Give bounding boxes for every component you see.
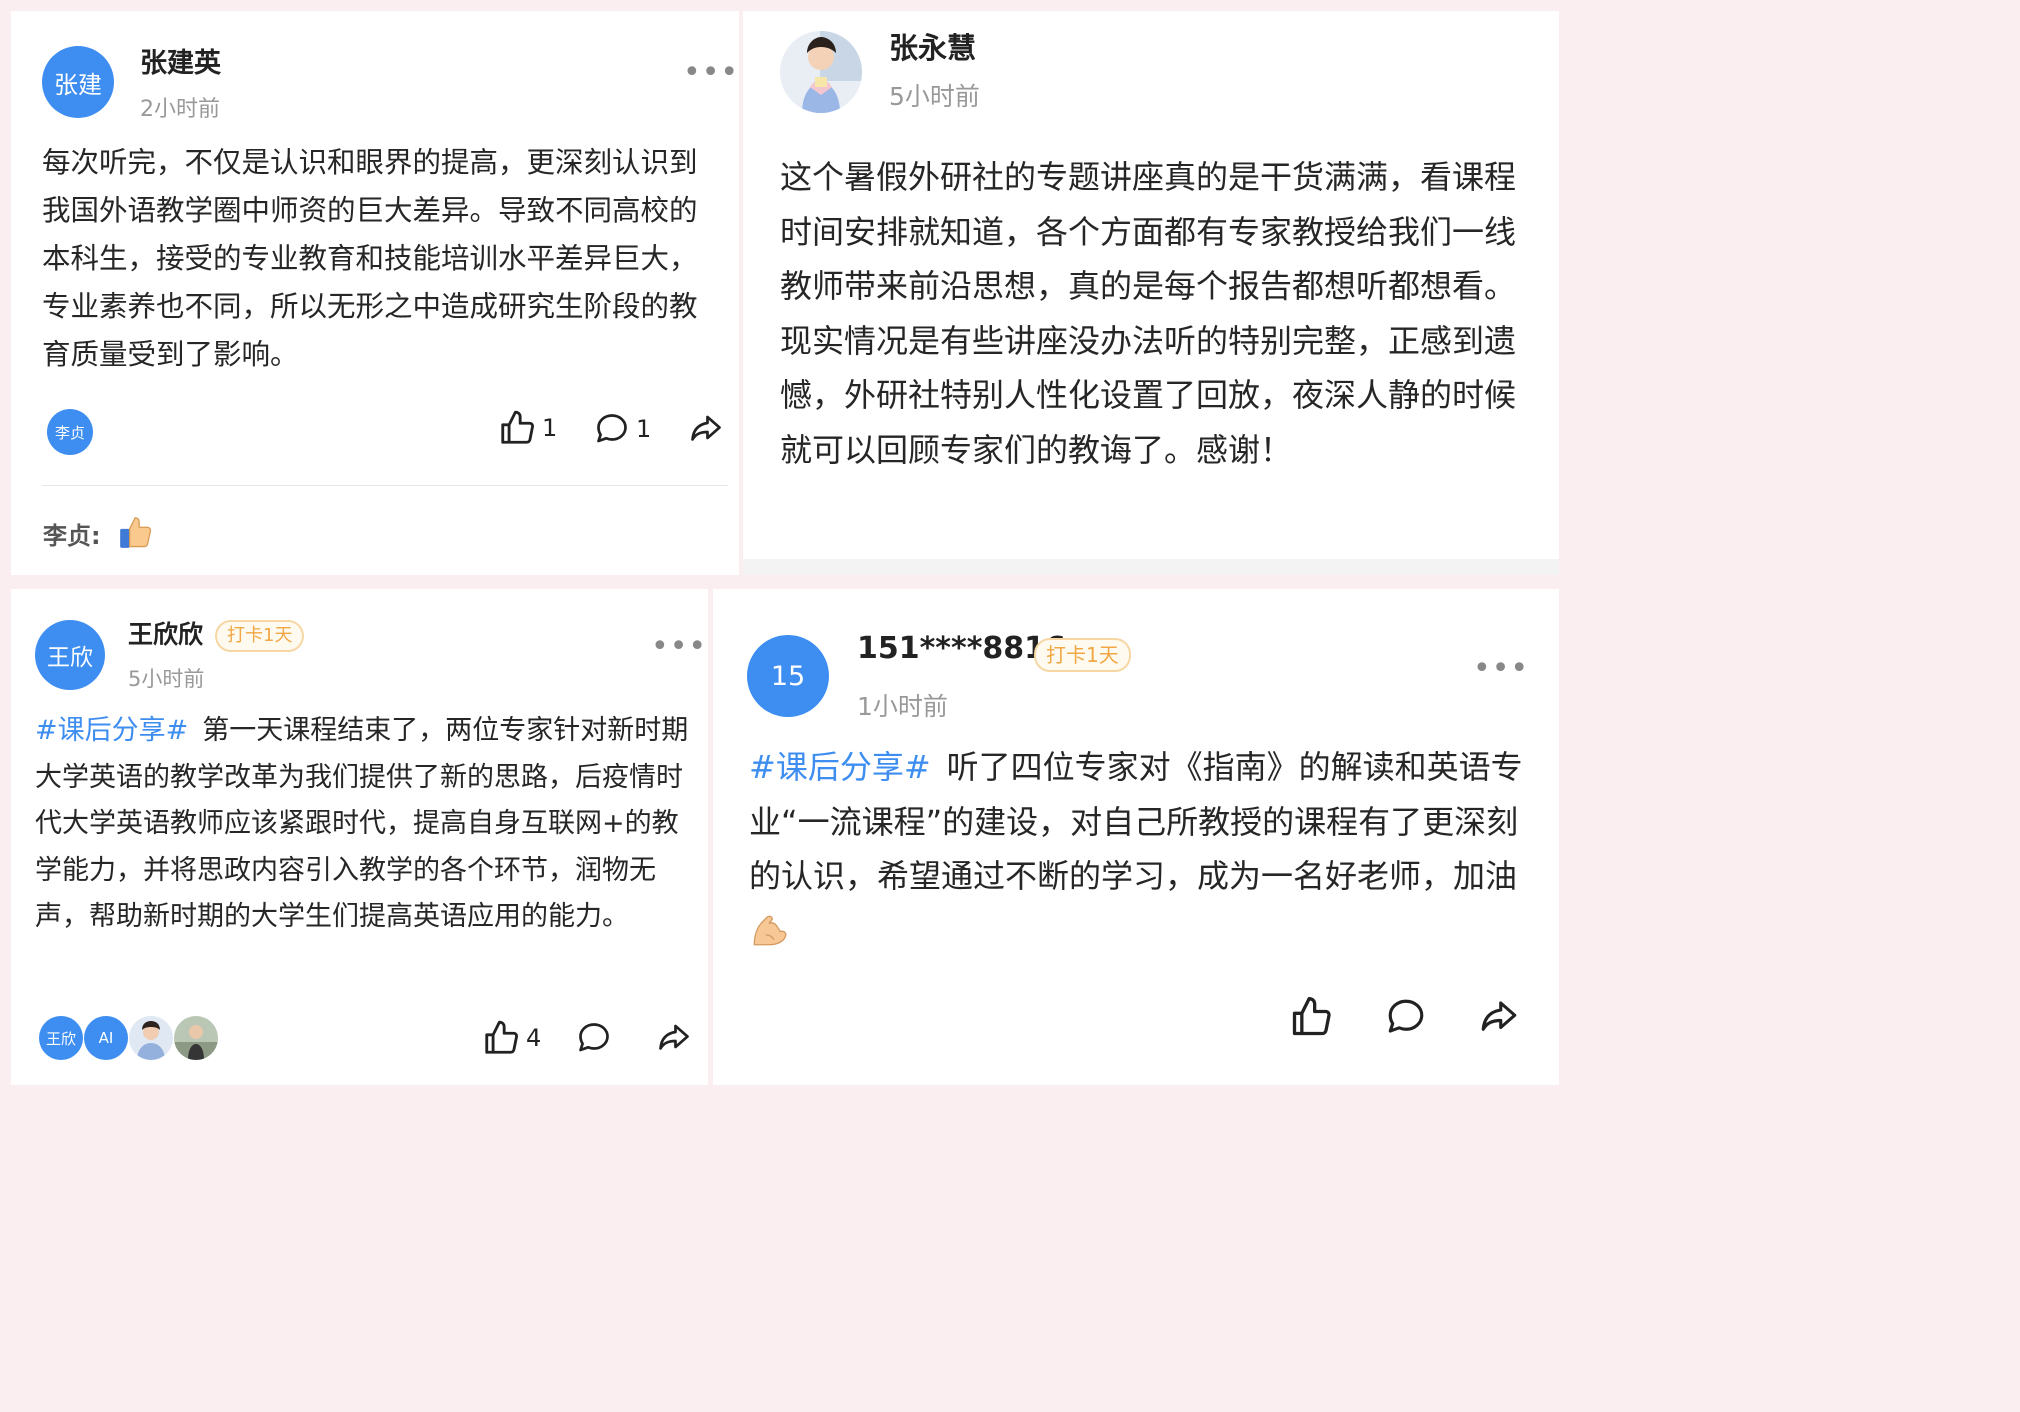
like-button[interactable]: 4 <box>482 1019 541 1057</box>
more-options-icon[interactable]: ••• <box>1473 654 1529 684</box>
user-photo-icon <box>129 1016 173 1060</box>
comment-icon <box>579 1023 609 1052</box>
user-photo-girl-icon <box>780 31 862 113</box>
card-bottom-strip <box>743 559 1559 575</box>
topic-tag[interactable]: #课后分享# <box>35 715 188 746</box>
liker-avatar[interactable]: AI <box>84 1016 128 1060</box>
post-text: #课后分享# 听了四位专家对《指南》的解读和英语专业“一流课程”的建设，对自己所教… <box>749 740 1529 958</box>
thumbs-up-icon <box>501 410 534 444</box>
post-card-4: 15 151****8816 打卡1天 1小时前 ••• #课后分享# 听了四位专… <box>713 589 1559 1085</box>
more-options-icon[interactable]: ••• <box>651 632 707 662</box>
liker-avatar[interactable]: 王欣 <box>39 1016 83 1060</box>
flexed-biceps-emoji-icon <box>753 915 787 945</box>
share-button[interactable] <box>687 411 725 447</box>
author-name[interactable]: 张永慧 <box>889 25 976 67</box>
post-text-body: 第一天课程结束了，两位专家针对新时期大学英语的教学改革为我们提供了新的思路，后疫… <box>35 715 689 932</box>
comment-button[interactable] <box>576 1020 612 1056</box>
thumbs-up-icon <box>1292 997 1331 1036</box>
liker-avatar-photo[interactable] <box>129 1016 173 1060</box>
comment-icon <box>1388 999 1424 1033</box>
divider <box>42 485 728 486</box>
post-text: 这个暑假外研社的专题讲座真的是干货满满，看课程时间安排就知道，各个方面都有专家教… <box>780 158 1517 469</box>
comment-icon <box>597 414 627 443</box>
share-icon <box>691 415 721 441</box>
like-count: 1 <box>542 414 558 442</box>
avatar[interactable]: 15 <box>747 635 829 717</box>
post-card-1: 张建 张建英 2小时前 ••• 每次听完，不仅是认识和眼界的提高，更深刻认识到我… <box>11 11 739 575</box>
more-options-icon[interactable]: ••• <box>683 58 739 88</box>
like-count: 4 <box>526 1024 542 1052</box>
share-button[interactable] <box>1477 996 1521 1038</box>
post-card-3: 王欣 王欣欣 打卡1天 5小时前 ••• #课后分享# 第一天课程结束了，两位专家… <box>11 589 708 1085</box>
like-button[interactable] <box>1289 995 1333 1039</box>
post-time: 5小时前 <box>128 667 205 691</box>
liker-avatar-photo[interactable] <box>174 1016 218 1060</box>
share-button[interactable] <box>655 1020 693 1056</box>
like-button[interactable]: 1 <box>498 409 557 447</box>
author-name[interactable]: 王欣欣 <box>128 615 203 651</box>
check-in-badge: 打卡1天 <box>215 620 305 652</box>
share-icon <box>1481 1001 1517 1031</box>
post-time: 5小时前 <box>889 82 980 111</box>
post-time: 1小时前 <box>857 692 948 721</box>
post-card-2: 张永慧 5小时前 这个暑假外研社的专题讲座真的是干货满满，看课程时间安排就知道，… <box>743 11 1559 575</box>
post-time: 2小时前 <box>140 97 220 122</box>
comment-author[interactable]: 李贞: <box>43 516 101 551</box>
check-in-badge: 打卡1天 <box>1034 638 1131 672</box>
comment-button[interactable] <box>1385 996 1427 1038</box>
liker-avatar[interactable]: 李贞 <box>47 409 93 455</box>
user-photo-icon <box>174 1016 218 1060</box>
avatar[interactable]: 张建 <box>42 46 114 118</box>
share-icon <box>659 1024 689 1050</box>
comment-count: 1 <box>636 415 652 443</box>
thumbs-up-icon <box>485 1020 518 1054</box>
post-text: 每次听完，不仅是认识和眼界的提高，更深刻认识到我国外语教学圈中师资的巨大差异。导… <box>42 146 698 371</box>
topic-tag[interactable]: #课后分享# <box>749 748 931 786</box>
avatar[interactable]: 王欣 <box>35 620 105 690</box>
post-text: #课后分享# 第一天课程结束了，两位专家针对新时期大学英语的教学改革为我们提供了新… <box>35 708 697 941</box>
comment-button[interactable]: 1 <box>594 411 651 447</box>
author-name[interactable]: 张建英 <box>140 41 221 80</box>
thumbs-up-emoji-icon <box>120 517 152 548</box>
avatar[interactable] <box>780 31 862 113</box>
